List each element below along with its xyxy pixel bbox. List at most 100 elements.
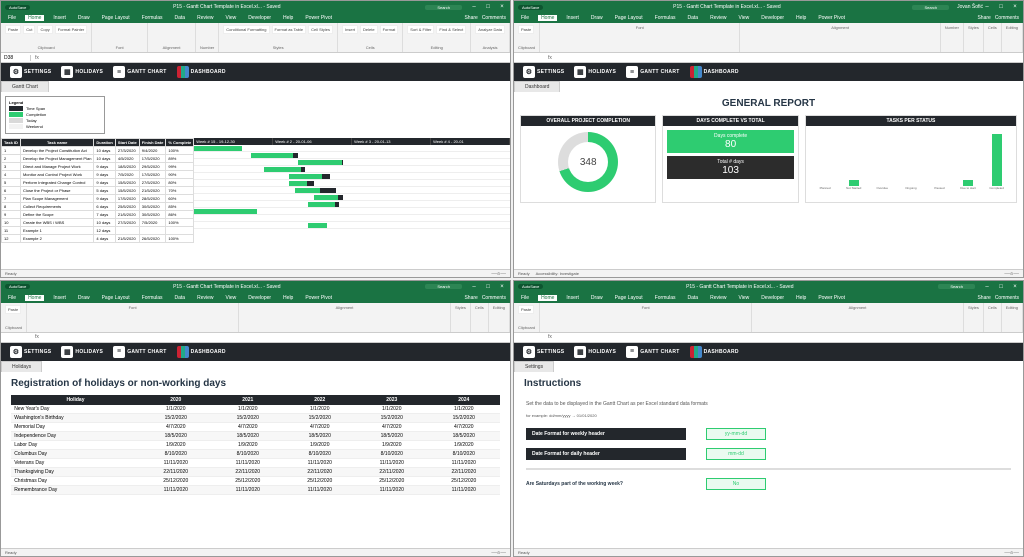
fx-icon[interactable]: fx [544,55,556,61]
autosave-toggle[interactable]: AutoSave [518,5,543,10]
cell-styles-button[interactable]: Cell Styles [308,25,333,34]
nav-gantt[interactable]: ≡GANTT CHART [108,346,171,358]
format-cells-button[interactable]: Format [380,25,399,34]
tab-draw[interactable]: Draw [75,15,93,21]
holidays-table[interactable]: Holiday20202021202220232024 New Year's D… [11,395,500,495]
window-title: P15 - Gantt Chart Template in Excel.xl..… [549,4,904,10]
close-icon[interactable]: × [498,4,506,10]
sheet-settings[interactable]: ⚙SETTINGS ▦HOLIDAYS ≡GANTT CHART DASHBOA… [514,343,1023,549]
nav-holidays[interactable]: ▦HOLIDAYS [569,66,621,78]
group-font: Font [96,45,143,50]
ribbon-tabs: File Home Insert Draw Page Layout Formul… [1,13,510,23]
gantt-icon: ≡ [626,346,638,358]
nav-dashboard[interactable]: DASHBOARD [685,346,744,358]
paste-button[interactable]: Paste [5,25,21,34]
group-cells: Cells [342,45,398,50]
setting-weekly: Date Format for weekly header yy-mm-dd [514,424,1023,444]
nav-gantt[interactable]: ≡GANTT CHART [621,66,684,78]
nav-gantt[interactable]: ≡GANTT CHART [108,66,171,78]
cell-reference[interactable]: D38 [1,55,31,61]
status-bar-chart: PlannedNot StartedOverdueOngoingPausedDu… [810,130,1012,190]
tab-view[interactable]: View [223,15,240,21]
tab-developer[interactable]: Developer [245,15,274,21]
zoom-slider[interactable]: ──⊙── [1004,271,1019,276]
saturday-input[interactable]: No [706,478,766,490]
daily-format-input[interactable]: mm-dd [706,448,766,460]
nav-settings[interactable]: ⚙SETTINGS [518,66,569,78]
share-button[interactable]: Share [977,15,990,21]
nav-dashboard[interactable]: DASHBOARD [172,346,231,358]
sheet-dashboard[interactable]: ⚙SETTINGS ▦HOLIDAYS ≡GANTT CHART DASHBOA… [514,63,1023,269]
delete-cells-button[interactable]: Delete [360,25,378,34]
nav-settings[interactable]: ⚙SETTINGS [5,66,56,78]
tab-powerpivot[interactable]: Power Pivot [302,15,335,21]
search-box[interactable]: Search [425,5,462,10]
share-button[interactable]: Share [464,15,477,21]
copy-button[interactable]: Copy [37,25,52,34]
donut-chart: 348 [558,132,618,192]
cut-button[interactable]: Cut [23,25,35,34]
tab-file[interactable]: File [5,15,19,21]
tab-layout[interactable]: Page Layout [99,15,133,21]
window-title: P15 - Gantt Chart Template in Excel.xl..… [36,4,417,10]
sheet-holidays[interactable]: ⚙SETTINGS ▦HOLIDAYS ≡GANTT CHART DASHBOA… [1,343,510,549]
table-button[interactable]: Format as Table [272,25,307,34]
tab-review[interactable]: Review [194,15,216,21]
weekly-format-input[interactable]: yy-mm-dd [706,428,766,440]
window-settings: AutoSaveP15 - Gantt Chart Template in Ex… [513,280,1024,557]
nav-holidays[interactable]: ▦HOLIDAYS [569,346,621,358]
settings-intro: Set the data to be displayed in the Gant… [514,395,1023,413]
nav-dashboard[interactable]: DASHBOARD [172,66,231,78]
sheet-gantt[interactable]: ⚙SETTINGS ▦HOLIDAYS ≡GANTT CHART DASHBOA… [1,63,510,269]
nav-settings[interactable]: ⚙SETTINGS [518,346,569,358]
tab-insert[interactable]: Insert [50,15,69,21]
dashboard-title: GENERAL REPORT [514,92,1023,115]
insert-cells-button[interactable]: Insert [342,25,358,34]
calendar-icon: ▦ [61,66,73,78]
group-alignment: Alignment [152,45,191,50]
tab-formulas[interactable]: Formulas [139,15,166,21]
subtab-holidays[interactable]: Holidays [1,361,42,372]
nav-settings[interactable]: ⚙SETTINGS [5,346,56,358]
task-table[interactable]: Task IDTask nameDurationStart DateFinish… [1,138,194,243]
tab-data[interactable]: Data [172,15,189,21]
accessibility-status[interactable]: Accessibility: Investigate [536,271,579,276]
user-name[interactable]: Jovan Šofić [957,4,983,10]
analyze-button[interactable]: Analyze Data [475,25,505,34]
tab-home[interactable]: Home [25,15,44,21]
maximize-icon[interactable]: □ [484,4,492,10]
gear-icon: ⚙ [10,66,22,78]
days-total: 103 [722,165,739,176]
nav-holidays[interactable]: ▦HOLIDAYS [56,66,108,78]
maximize-icon[interactable]: □ [997,4,1005,10]
search-box[interactable]: Search [912,5,949,10]
autosave-toggle[interactable]: AutoSave [5,5,30,10]
minimize-icon[interactable]: – [983,4,991,10]
dashboard-icon [690,346,702,358]
cond-format-button[interactable]: Conditional Formatting [223,25,269,34]
nav-holidays[interactable]: ▦HOLIDAYS [56,346,108,358]
format-painter-button[interactable]: Format Painter [55,25,87,34]
gantt-chart[interactable]: Week # 15 - 19-12-30Week # 2 - 20-01-06W… [194,138,510,243]
fx-icon[interactable]: fx [31,55,43,61]
formula-bar: D38 fx [1,53,510,63]
minimize-icon[interactable]: – [470,4,478,10]
zoom-slider[interactable]: ──⊙── [491,271,506,276]
find-button[interactable]: Find & Select [436,25,466,34]
sort-button[interactable]: Sort & Filter [407,25,434,34]
settings-example: for example: dd/mm/yyyy → 01/01/2020 [514,413,1023,424]
calendar-icon: ▦ [61,346,73,358]
nav-gantt[interactable]: ≡GANTT CHART [621,346,684,358]
ribbon: PasteCutCopyFormat PainterClipboard Font… [1,23,510,53]
nav-dashboard[interactable]: DASHBOARD [685,66,744,78]
titlebar: AutoSave P15 - Gantt Chart Template in E… [1,1,510,13]
comments-button[interactable]: Comments [995,15,1019,21]
subtab-gantt[interactable]: Gantt Chart [1,81,49,92]
tab-help[interactable]: Help [280,15,296,21]
dashboard-icon [690,66,702,78]
subtab-settings[interactable]: Settings [514,361,554,372]
comments-button[interactable]: Comments [482,15,506,21]
close-icon[interactable]: × [1011,4,1019,10]
setting-daily: Date Format for daily header mm-dd [514,444,1023,464]
subtab-dashboard[interactable]: Dashboard [514,81,560,92]
